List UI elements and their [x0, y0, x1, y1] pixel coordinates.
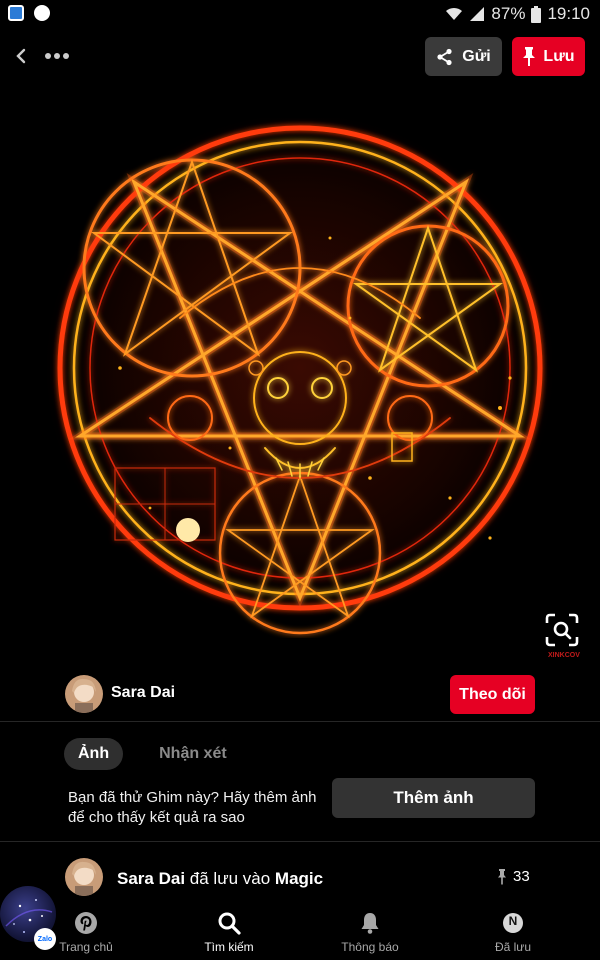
- more-options-button[interactable]: [42, 44, 74, 68]
- signal-icon: [470, 7, 485, 21]
- watermark: XINKCOV: [548, 652, 580, 659]
- nav-home-label: Trang chủ: [59, 940, 113, 954]
- pin-icon: [523, 46, 536, 66]
- battery-percent: 87%: [491, 4, 526, 23]
- app-notification-icon: [8, 5, 24, 21]
- add-photo-button[interactable]: Thêm ảnh: [332, 778, 535, 818]
- photo-prompt-text: Bạn đã thử Ghim này? Hãy thêm ảnh để cho…: [68, 789, 317, 826]
- board-name[interactable]: Magic: [275, 869, 323, 888]
- pinterest-icon: [75, 912, 97, 934]
- nav-saved-label: Đã lưu: [494, 940, 532, 954]
- profile-initial: N: [508, 914, 518, 928]
- saved-activity-row: Sara Dai đã lưu vào Magic 33: [0, 852, 600, 900]
- author-name[interactable]: Sara Dai: [111, 684, 175, 702]
- nav-notifications[interactable]: Thông báo: [310, 904, 430, 960]
- nav-saved[interactable]: N Đã lưu: [453, 904, 573, 960]
- nav-notifications-label: Thông báo: [341, 940, 399, 954]
- saved-activity-text: Sara Dai đã lưu vào Magic: [117, 869, 323, 889]
- visual-search-icon: [545, 613, 579, 647]
- tab-photos[interactable]: Ảnh: [64, 738, 124, 770]
- nav-search-label: Tìm kiếm: [204, 940, 254, 954]
- share-icon: [437, 48, 452, 65]
- pin-image[interactable]: [30, 118, 575, 638]
- chat-app-badge: Zalo: [34, 928, 56, 950]
- follow-button[interactable]: Theo dõi: [450, 675, 535, 714]
- search-icon: [218, 912, 241, 935]
- pin-count-value: 33: [513, 868, 530, 885]
- divider: [0, 841, 600, 842]
- ellipsis-icon: [45, 53, 69, 59]
- wifi-icon: [446, 7, 463, 20]
- avatar-image: [65, 675, 103, 713]
- save-label: Lưu: [543, 47, 575, 65]
- bottom-nav: Trang chủ Tìm kiếm Thông báo N Đã lưu: [0, 904, 600, 960]
- clock: 19:10: [547, 4, 590, 23]
- author-avatar[interactable]: [65, 675, 103, 713]
- pin-icon: [498, 868, 506, 884]
- avatar-image: [65, 858, 103, 896]
- saved-verb: đã lưu vào: [189, 869, 271, 888]
- saver-avatar[interactable]: [65, 858, 103, 896]
- nav-search[interactable]: Tìm kiếm: [169, 904, 289, 960]
- save-button[interactable]: Lưu: [512, 37, 585, 76]
- saver-name[interactable]: Sara Dai: [117, 869, 185, 888]
- top-bar: Gửi Lưu: [0, 36, 600, 78]
- tab-bar: Ảnh Nhận xét: [64, 738, 241, 770]
- chevron-left-icon: [16, 48, 26, 64]
- back-button[interactable]: [10, 44, 34, 68]
- chat-notification-icon: [34, 5, 50, 21]
- divider: [0, 721, 600, 722]
- send-button[interactable]: Gửi: [425, 37, 502, 76]
- tab-comments[interactable]: Nhận xét: [145, 738, 241, 770]
- send-label: Gửi: [462, 47, 491, 65]
- author-row: Sara Dai Theo dõi: [0, 672, 600, 720]
- visual-search-button[interactable]: [544, 612, 580, 648]
- battery-icon: [531, 5, 542, 23]
- status-bar: 87% 19:10: [0, 0, 600, 28]
- bell-icon: [361, 913, 379, 934]
- pin-count: 33: [497, 868, 530, 885]
